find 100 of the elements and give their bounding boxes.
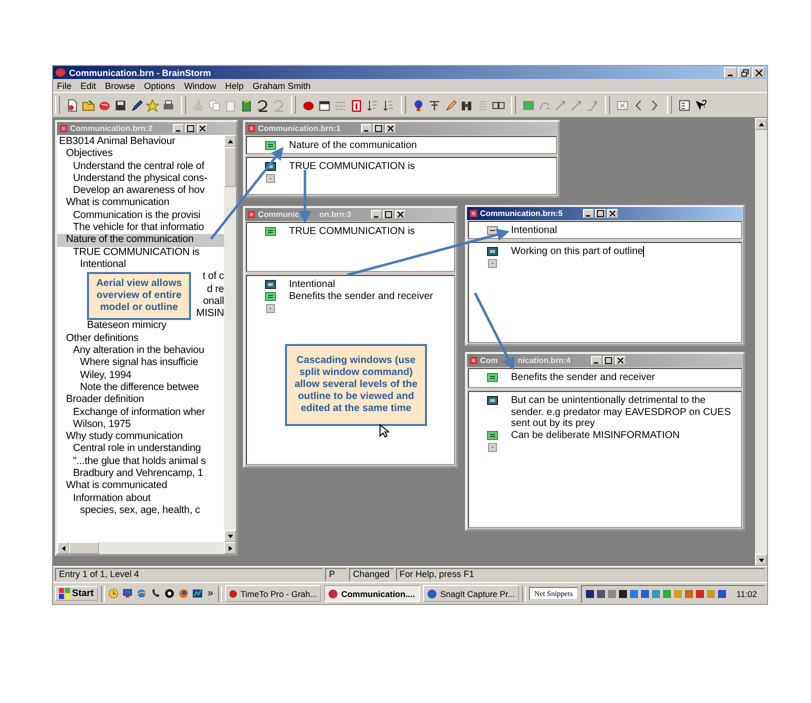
outline-item[interactable]: Broader definition: [66, 394, 144, 406]
outline-item[interactable]: Intentional: [80, 258, 126, 270]
scroll-up-icon[interactable]: [226, 138, 234, 144]
entry-text[interactable]: Intentional: [511, 225, 564, 236]
maximize-button[interactable]: [602, 356, 614, 365]
minimize-button[interactable]: [724, 67, 737, 78]
selected-outline-row[interactable]: Nature of the communication: [57, 234, 224, 247]
scroll-thumb[interactable]: [224, 147, 236, 187]
outline-item[interactable]: Where signal has insufficie: [80, 357, 198, 368]
start-button[interactable]: Start: [55, 586, 98, 601]
entry-text[interactable]: Working on this part of outline: [511, 246, 650, 258]
menu-item[interactable]: Graham Smith: [252, 80, 311, 90]
print-icon[interactable]: [162, 98, 175, 112]
minimize-button[interactable]: [590, 356, 602, 365]
outline-item[interactable]: What is communicated: [66, 480, 168, 492]
circle-icon[interactable]: [164, 588, 175, 599]
outline-item[interactable]: species, sex, age, health, c: [80, 504, 200, 516]
outline-item[interactable]: Bateseon mimicry: [87, 320, 166, 332]
monitor-icon[interactable]: [122, 588, 133, 599]
bulb-icon[interactable]: [412, 98, 425, 112]
maximize-button[interactable]: [383, 210, 394, 219]
open-folder-icon[interactable]: [82, 98, 95, 112]
tray-icon[interactable]: [584, 588, 595, 598]
entry-text[interactable]: Nature of the communication: [289, 140, 423, 152]
outline-item[interactable]: Other definitions: [66, 332, 138, 344]
outline-item[interactable]: Exchange of information wher: [73, 406, 206, 418]
outline-item[interactable]: Develop an awareness of hov: [73, 185, 205, 196]
menu-item[interactable]: File: [57, 80, 72, 90]
vertical-scrollbar[interactable]: [755, 118, 767, 566]
save-icon[interactable]: [114, 98, 127, 112]
tray-icon[interactable]: [596, 588, 606, 598]
empty-entry-icon[interactable]: [265, 304, 276, 313]
scroll-thumb[interactable]: [69, 542, 99, 554]
note-icon[interactable]: [487, 430, 498, 440]
close-box-icon[interactable]: [616, 98, 629, 112]
outline-item[interactable]: "...the glue that holds animal s: [73, 456, 206, 467]
outline-item[interactable]: Central role in understanding: [73, 443, 201, 454]
tray-icon[interactable]: [618, 588, 628, 598]
entry-text[interactable]: Intentional: [289, 279, 342, 290]
taskbar-button[interactable]: TimeTo Pro - Grah...: [225, 585, 322, 602]
new-document-icon[interactable]: [66, 98, 79, 112]
menu-item[interactable]: Edit: [80, 80, 96, 90]
vertical-scrollbar[interactable]: [224, 135, 236, 542]
scroll-down-icon[interactable]: [226, 532, 234, 540]
outline-item[interactable]: Communication is the provisi: [73, 210, 200, 221]
maximize-button[interactable]: [184, 124, 196, 133]
phone-icon[interactable]: [150, 588, 161, 599]
close-button[interactable]: [196, 124, 208, 133]
outline-item[interactable]: Objectives: [66, 148, 113, 160]
outline-item[interactable]: Understand the physical cons-: [73, 172, 208, 184]
outline-item[interactable]: EB3014 Animal Behaviour: [59, 136, 176, 147]
entry-text[interactable]: Benefits the sender and receiver: [511, 372, 661, 384]
clipboard-icon[interactable]: [240, 98, 253, 112]
expand-icon[interactable]: [265, 280, 276, 289]
expand-icon[interactable]: [487, 396, 498, 405]
menu-item[interactable]: Window: [184, 80, 216, 90]
close-button[interactable]: [606, 209, 618, 218]
outline-item[interactable]: TRUE COMMUNICATION is: [73, 246, 200, 258]
scroll-up-icon[interactable]: [758, 120, 764, 128]
maximize-button[interactable]: [594, 209, 606, 218]
expand-icon[interactable]: [487, 247, 498, 256]
note-icon[interactable]: [265, 292, 276, 301]
more-button[interactable]: »: [206, 588, 216, 599]
entry-text[interactable]: Benefits the sender and receiver: [289, 291, 439, 302]
tray-icon[interactable]: [716, 588, 727, 598]
entry-text[interactable]: TRUE COMMUNICATION is: [289, 161, 421, 172]
outline-item[interactable]: Any alteration in the behaviou: [73, 345, 204, 356]
minimize-button[interactable]: [371, 210, 382, 219]
menu-item[interactable]: Help: [225, 80, 244, 90]
window-icon[interactable]: [318, 98, 331, 112]
panel-icon[interactable]: [678, 98, 691, 112]
outline-item[interactable]: Wilson, 1975: [73, 418, 131, 430]
maximize-button[interactable]: [372, 124, 384, 133]
entry-text[interactable]: Can be deliberate MISINFORMATION: [511, 430, 686, 441]
outline-item[interactable]: t of c: [202, 271, 224, 284]
entry-text[interactable]: But can be unintentionally detrimental to the sender. e.g predator may EAVESDROP on CUES sent out by its prey: [511, 395, 741, 430]
sort-icon[interactable]: [382, 98, 395, 112]
sort-icon[interactable]: [366, 98, 379, 112]
note-icon[interactable]: [487, 373, 498, 382]
minimize-button[interactable]: [360, 124, 372, 133]
restore-button[interactable]: [738, 67, 751, 78]
binoculars-icon[interactable]: [460, 98, 473, 112]
horizontal-scrollbar[interactable]: [57, 542, 236, 554]
outline-item[interactable]: Why study communication: [66, 431, 183, 442]
scroll-right-icon[interactable]: [226, 544, 234, 552]
outline-item[interactable]: Wiley, 1994: [80, 370, 132, 381]
info-icon[interactable]: [350, 98, 363, 112]
close-button[interactable]: [614, 356, 626, 365]
outline-item[interactable]: d re: [206, 284, 224, 296]
outline-item[interactable]: MISIN: [196, 308, 224, 320]
collapse-icon[interactable]: [487, 226, 498, 235]
outline-item[interactable]: Understand the central role of: [73, 160, 204, 172]
outline-item[interactable]: Note the difference betwee: [80, 382, 199, 393]
close-button[interactable]: [752, 67, 765, 78]
pen-icon[interactable]: [130, 98, 143, 112]
outline-item[interactable]: Information about: [73, 492, 151, 504]
scroll-down-icon[interactable]: [758, 556, 764, 564]
taskbar-button[interactable]: SnagIt Capture Pr...: [423, 585, 520, 602]
close-button[interactable]: [395, 210, 406, 219]
menu-item[interactable]: Browse: [105, 80, 136, 90]
